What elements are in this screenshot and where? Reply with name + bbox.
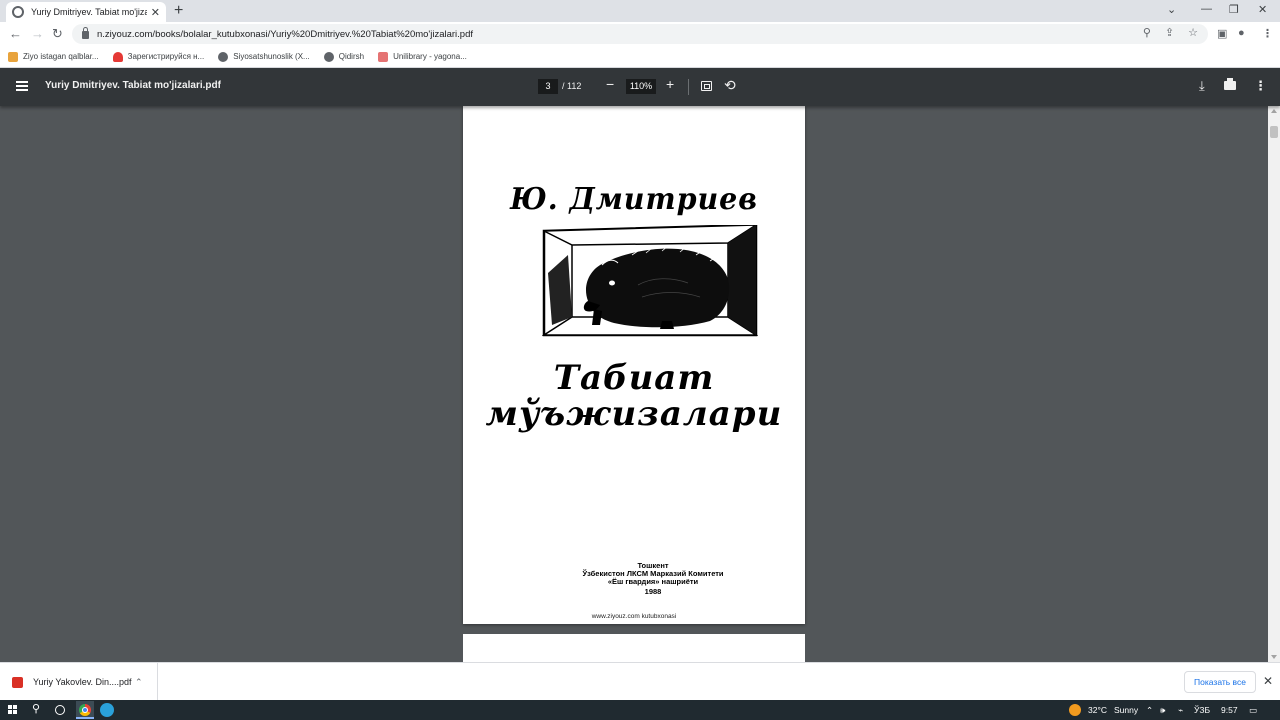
fit-to-page-icon[interactable] [701, 81, 712, 91]
tab-title: Yuriy Dmitriyev. Tabiat mo'jizalari [31, 7, 147, 17]
minimize-button[interactable]: — [1201, 3, 1212, 15]
scroll-up-arrow-icon[interactable] [1271, 109, 1277, 113]
new-tab-button[interactable]: + [174, 3, 183, 19]
tab-active[interactable]: Yuriy Dmitriyev. Tabiat mo'jizalari ✕ [6, 2, 166, 22]
bookmark-item[interactable]: Qidirsh [323, 51, 364, 62]
pdf-viewer[interactable]: Ю. Дмитриев Табиат мўъжизалари Тошкент Ў… [0, 106, 1280, 662]
show-all-downloads-button[interactable]: Показать все [1184, 671, 1256, 693]
share-icon[interactable]: ⇪ [1165, 26, 1174, 39]
cover-author: Ю. Дмитриев [510, 182, 758, 217]
page-footer-url: www.ziyouz.com kutubxonasi [591, 613, 677, 620]
cover-illustration [542, 225, 758, 337]
download-file-name: Yuriy Yakovlev. Din....pdf [33, 677, 132, 687]
scroll-thumb[interactable] [1270, 126, 1278, 138]
weather-temperature[interactable]: 32°C [1088, 705, 1107, 715]
close-window-button[interactable]: ✕ [1258, 3, 1267, 16]
publisher-house: «Ёш гвардия» нашриёти [607, 577, 699, 586]
bookmark-star-icon[interactable]: ☆ [1188, 26, 1198, 39]
zoom-lens-icon[interactable]: ⚲ [1143, 26, 1151, 39]
clock-time[interactable]: 9:57 [1221, 705, 1238, 715]
windows-start-icon[interactable] [8, 705, 18, 715]
volume-icon[interactable]: 🕪 [1160, 705, 1165, 716]
forward-button[interactable]: → [31, 25, 44, 43]
pdf-page-next [463, 634, 805, 662]
bookmarks-bar: Ziyo istagan qalblar... Зарегистрируйся … [0, 46, 1280, 68]
search-icon[interactable]: ⚲ [32, 702, 40, 715]
heart-icon [112, 51, 123, 62]
reload-button[interactable]: ↻ [52, 25, 63, 43]
language-indicator[interactable]: ЎЗБ [1194, 705, 1210, 715]
zoom-level-input[interactable]: 110% [626, 79, 656, 94]
tab-close-icon[interactable]: ✕ [151, 6, 160, 19]
pdf-page: Ю. Дмитриев Табиат мўъжизалари Тошкент Ў… [463, 106, 805, 624]
page-total: / 112 [562, 81, 582, 91]
profile-icon[interactable]: ● [1238, 27, 1245, 39]
navigation-bar: ← → ↻ n.ziyouz.com/books/bolalar_kutubxo… [0, 22, 1280, 46]
telegram-taskbar-icon[interactable] [99, 702, 115, 718]
chrome-taskbar-icon[interactable] [76, 701, 94, 719]
network-icon[interactable]: ⌁ [1178, 705, 1183, 716]
cover-title-line-1: Табиат [553, 358, 715, 398]
viewer-scrollbar[interactable] [1268, 106, 1280, 662]
pdf-title: Yuriy Dmitriyev. Tabiat mo'jizalari.pdf [45, 80, 221, 91]
taskbar: ⚲ 32°C Sunny ⌃ 🕪 ⌁ ЎЗБ 9:57 ▭ [0, 700, 1280, 720]
back-button[interactable]: ← [9, 25, 22, 43]
tray-chevron-icon[interactable]: ⌃ [1146, 705, 1153, 716]
menu-icon[interactable] [16, 81, 28, 91]
address-bar[interactable]: n.ziyouz.com/books/bolalar_kutubxonasi/Y… [72, 24, 1208, 44]
bookmark-item[interactable]: Ziyo istagan qalblar... [8, 51, 99, 62]
print-icon[interactable] [1224, 78, 1236, 90]
close-shelf-icon[interactable]: ✕ [1263, 674, 1273, 688]
bookmark-favicon-icon [378, 51, 389, 62]
page-number-input[interactable]: 3 [538, 79, 558, 94]
lock-icon[interactable] [82, 27, 89, 39]
weather-condition[interactable]: Sunny [1114, 705, 1138, 715]
download-shelf: Yuriy Yakovlev. Din....pdf ⌃ Показать вс… [0, 662, 1280, 701]
chevron-up-icon[interactable]: ⌃ [135, 677, 143, 688]
scroll-down-arrow-icon[interactable] [1271, 655, 1277, 659]
bookmark-item[interactable]: Unilibrary - yagona... [378, 51, 467, 62]
bookmark-item[interactable]: Зарегистрируйся н... [112, 51, 204, 62]
tab-search-icon[interactable]: ⌄ [1167, 3, 1176, 16]
side-panel-icon[interactable]: ▣ [1217, 27, 1227, 40]
zoom-out-button[interactable]: − [606, 76, 614, 92]
bookmark-favicon-icon [8, 51, 18, 62]
publication-year: 1988 [644, 587, 662, 596]
globe-icon [12, 6, 24, 18]
restore-button[interactable]: ❐ [1229, 3, 1239, 16]
globe-icon [323, 51, 334, 62]
tab-strip: Yuriy Dmitriyev. Tabiat mo'jizalari ✕ + … [0, 0, 1280, 22]
rotate-icon[interactable]: ⟲ [724, 77, 736, 94]
download-item[interactable]: Yuriy Yakovlev. Din....pdf ⌃ [0, 663, 158, 701]
task-view-icon[interactable] [55, 705, 65, 715]
more-actions-icon[interactable]: ⋮ [1254, 78, 1267, 94]
globe-icon [218, 51, 229, 62]
notifications-icon[interactable]: ▭ [1249, 705, 1257, 716]
url-text[interactable]: n.ziyouz.com/books/bolalar_kutubxonasi/Y… [97, 29, 473, 40]
pdf-file-icon [12, 676, 23, 688]
toolbar-divider [688, 79, 689, 95]
pdf-toolbar: Yuriy Dmitriyev. Tabiat mo'jizalari.pdf … [0, 68, 1280, 106]
bookmark-item[interactable]: Siyosatshunoslik (X... [218, 51, 310, 62]
chrome-menu-icon[interactable]: ⋮ [1262, 27, 1273, 40]
sun-icon[interactable] [1069, 704, 1081, 716]
cover-title-line-2: мўъжизалари [485, 394, 783, 434]
zoom-in-button[interactable]: + [666, 76, 674, 92]
download-icon[interactable]: ⤓ [1199, 78, 1205, 94]
